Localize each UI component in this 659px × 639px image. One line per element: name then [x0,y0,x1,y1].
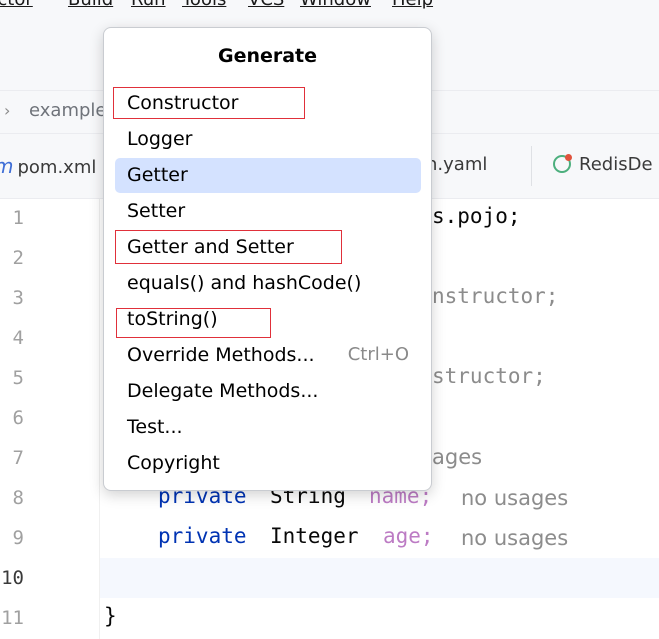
annotation-box-getter-setter [115,230,342,264]
line-number: 4 [12,327,24,349]
keyword-private[interactable]: private [158,524,247,548]
redis-class-icon [553,154,572,173]
menu-vcs[interactable]: VCS [248,0,284,10]
code-line-5[interactable]: structor; [432,364,546,388]
line-number: 7 [12,447,24,469]
menu-bar: uctor Build Run Tools VCS Window Help [0,0,659,22]
tab-label: n.yaml [426,154,488,175]
line-number: 3 [12,287,24,309]
annotation-box-constructor [113,87,305,119]
tab-divider [531,146,532,186]
chevron-right-icon: › [4,101,11,120]
menu-item-label: Logger [127,128,193,150]
line-number: 10 [1,567,24,589]
breadcrumb-item[interactable]: example [29,100,106,121]
menu-item-label: Override Methods... [127,344,315,366]
menu-build[interactable]: Build [68,0,113,10]
menu-window[interactable]: Window [300,0,371,10]
line-number: 8 [12,487,24,509]
maven-icon: m [0,154,13,178]
usage-hint: no usages [461,486,569,510]
menu-refactor[interactable]: uctor [0,0,33,10]
tab-label: RedisDe [579,154,653,175]
menu-item-delegate-methods[interactable]: Delegate Methods... [115,374,421,409]
menu-item-override-methods[interactable]: Override Methods... Ctrl+O [115,338,421,373]
menu-item-label: Delegate Methods... [127,380,319,402]
line-number: 1 [12,207,24,229]
usage-hint: no usages [461,526,569,550]
code-line-3[interactable]: nstructor; [432,284,558,308]
menu-item-label: equals() and hashCode() [127,272,362,294]
menu-item-label: Getter [127,164,188,186]
line-number: 11 [1,607,24,629]
line-number: 2 [12,247,24,269]
tab-label: pom.xml [17,157,97,178]
menu-help[interactable]: Help [392,0,433,10]
line-number: 9 [12,527,24,549]
tab-yaml[interactable]: n.yaml [426,154,487,175]
line-number: 5 [12,367,24,389]
tab-pom-xml[interactable]: mpom.xml [0,154,96,178]
menu-item-test[interactable]: Test... [115,410,421,445]
menu-item-getter[interactable]: Getter [115,158,421,193]
popup-title: Generate [217,45,318,67]
code-line-1[interactable]: s.pojo; [432,204,521,228]
field-age[interactable]: age; [383,524,434,548]
menu-item-label: Setter [127,200,186,222]
menu-run[interactable]: Run [131,0,166,10]
usage-hint: ages [432,445,483,469]
gutter-divider [99,199,100,639]
menu-item-equals-hashcode[interactable]: equals() and hashCode() [115,266,421,301]
menu-item-logger[interactable]: Logger [115,122,421,157]
menu-item-copyright[interactable]: Copyright [115,446,421,481]
menu-item-label: Test... [127,416,183,438]
line-number: 6 [12,407,24,429]
closing-brace[interactable]: } [104,604,117,628]
menu-item-label: Copyright [127,452,220,474]
menu-tools[interactable]: Tools [182,0,226,10]
tab-redis[interactable]: RedisDe [553,154,653,175]
annotation-box-tostring [116,308,271,338]
type-integer[interactable]: Integer [270,524,359,548]
menu-item-setter[interactable]: Setter [115,194,421,229]
shortcut-hint: Ctrl+O [347,344,409,365]
